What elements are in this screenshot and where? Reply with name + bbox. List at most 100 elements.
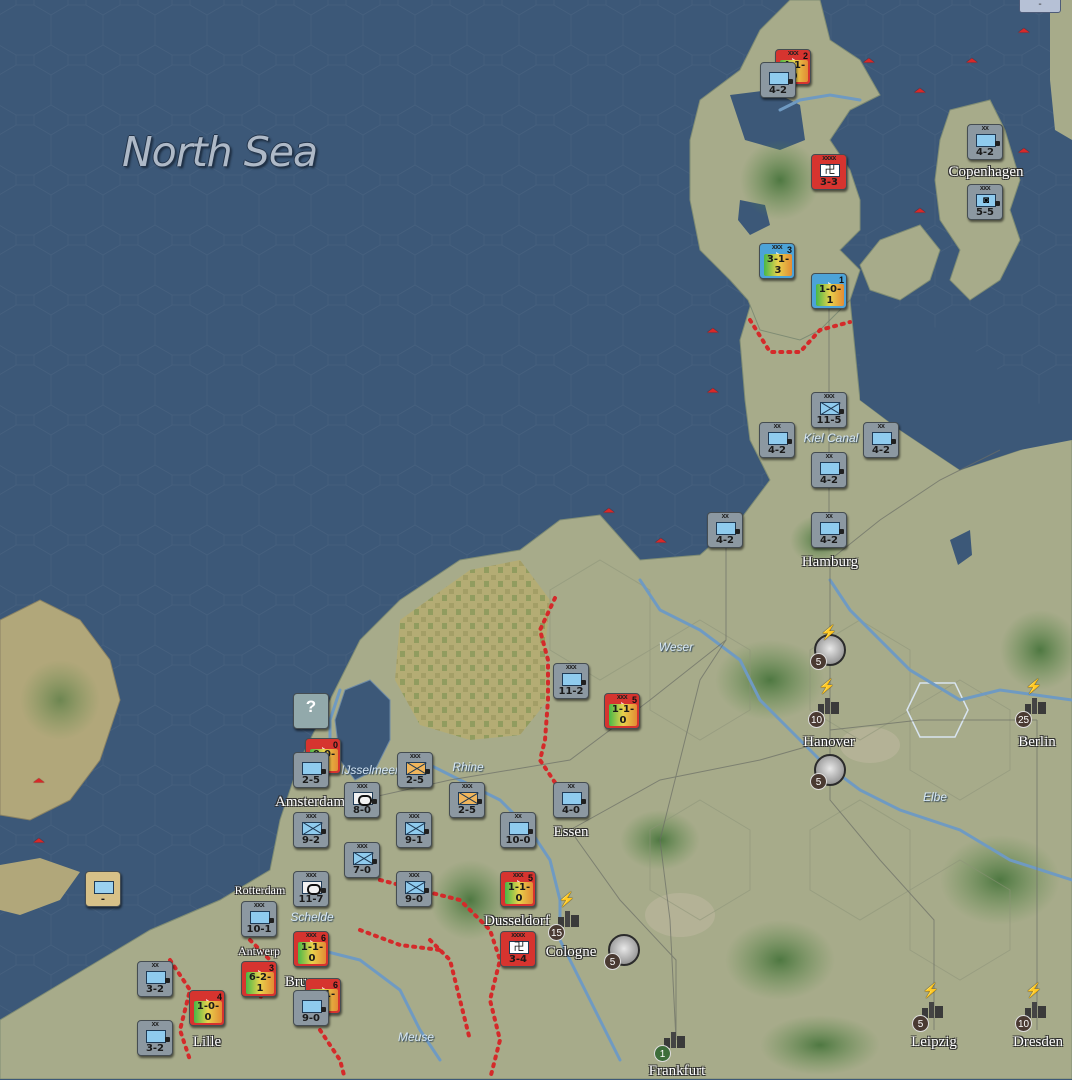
naval-unit-icon[interactable]: ▲ xyxy=(29,836,48,843)
naval-unit-icon[interactable]: ▲ xyxy=(859,56,878,63)
objective-marker[interactable]: ⚡ 10 xyxy=(1015,982,1053,1032)
naval-unit-icon[interactable]: ▲ xyxy=(910,206,929,213)
naval-unit-icon[interactable]: ▲ xyxy=(703,386,722,393)
infantry-icon xyxy=(94,881,114,894)
unit-counter-u20[interactable]: xxx 2-5 xyxy=(449,782,485,818)
objective-marker[interactable]: ⚡ 5 xyxy=(912,982,950,1032)
city-label[interactable]: Rotterdam xyxy=(235,883,286,898)
supply-marker xyxy=(995,141,1000,146)
unit-counter-u10[interactable]: xx 4-2 xyxy=(863,422,899,458)
unit-counter-u37[interactable]: ✈41-0-0 xyxy=(189,990,225,1026)
unit-counter-u28[interactable]: xxx 9-0 xyxy=(396,871,432,907)
resource-bolt-icon: ⚡ xyxy=(818,678,836,694)
objective-marker[interactable]: 5 xyxy=(810,754,846,790)
infantry-icon xyxy=(406,762,426,775)
unit-counter-u12[interactable]: xx 4-2 xyxy=(707,512,743,548)
unit-counter-u5[interactable]: xxx ◙ 5-5 xyxy=(967,184,1003,220)
unit-counter-u11[interactable]: xx 4-2 xyxy=(811,452,847,488)
city-label[interactable]: Berlin xyxy=(1018,734,1056,751)
unit-counter-u8[interactable]: xxx 11-5 xyxy=(811,392,847,428)
unit-size-label: xxxx xyxy=(511,932,525,939)
infantry-icon xyxy=(509,822,529,835)
unit-counter-u2[interactable]: 4-2 xyxy=(760,62,796,98)
objective-marker[interactable]: ⚡ 15 xyxy=(548,891,586,941)
city-label[interactable]: Cologne xyxy=(546,944,597,961)
objective-marker[interactable]: ⚡ 25 xyxy=(1015,678,1053,728)
city-label[interactable]: Essen xyxy=(554,824,589,841)
unit-counter-u22[interactable]: xxx 9-2 xyxy=(293,812,329,848)
unit-counter-u16[interactable]: ? xyxy=(293,693,329,729)
unit-counter-u3[interactable]: xx 4-2 xyxy=(967,124,1003,160)
unit-counter-u33[interactable]: xx 3-2 xyxy=(137,961,173,997)
naval-unit-icon[interactable]: ▲ xyxy=(1014,146,1033,153)
objective-marker[interactable]: 1 xyxy=(654,1024,692,1062)
city-label[interactable]: Copenhagen xyxy=(949,164,1024,181)
unit-strength: 4-2 xyxy=(715,535,735,546)
unit-counter-u18[interactable]: 2-5 xyxy=(293,752,329,788)
infantry-icon xyxy=(405,822,425,835)
city-label[interactable]: Frankfurt xyxy=(649,1063,706,1080)
naval-unit-icon[interactable]: ▲ xyxy=(651,536,670,543)
victory-points-badge: 5 xyxy=(912,1015,929,1032)
supply-marker xyxy=(839,409,844,414)
supply-marker xyxy=(321,1007,326,1012)
unit-counter-u34[interactable]: ✈36-2-1 xyxy=(241,961,277,997)
naval-unit-icon[interactable]: ▲ xyxy=(29,776,48,783)
objective-marker[interactable]: ⚡ 10 xyxy=(808,678,846,728)
unit-counter-u27[interactable]: xxx 11-7 xyxy=(293,871,329,907)
unit-counter-u36[interactable]: 9-0 xyxy=(293,990,329,1026)
unit-counter-u30[interactable]: xxx 10-1 xyxy=(241,901,277,937)
unit-counter-u23[interactable]: xxx 9-1 xyxy=(396,812,432,848)
unit-counter-u24[interactable]: xx 10-0 xyxy=(500,812,536,848)
victory-points-badge: 15 xyxy=(548,924,565,941)
unit-counter-u21[interactable]: xxx 8-0 xyxy=(344,782,380,818)
unit-counter-u7[interactable]: ✈11-0-1 xyxy=(811,273,847,309)
infantry-icon xyxy=(872,432,892,445)
city-label[interactable]: Leipzig xyxy=(911,1034,957,1051)
supply-marker xyxy=(424,829,429,834)
unit-counter-u19[interactable]: xxx 2-5 xyxy=(397,752,433,788)
city-label[interactable]: Antwerp xyxy=(238,944,280,959)
city-label[interactable]: Amsterdam xyxy=(275,794,345,811)
corner-button[interactable]: - xyxy=(1019,0,1061,13)
unit-counter-u31[interactable]: xxxx 卍 3-4 xyxy=(500,931,536,967)
unit-counter-u9[interactable]: xx 4-2 xyxy=(759,422,795,458)
city-label[interactable]: Bru xyxy=(285,974,308,991)
infantry-icon xyxy=(405,881,425,894)
resource-bolt-icon: ⚡ xyxy=(1025,678,1043,694)
unit-strength: - xyxy=(100,894,106,905)
naval-unit-icon[interactable]: ▲ xyxy=(962,56,981,63)
unit-strength: 8-0 xyxy=(352,805,372,816)
unit-counter-u39[interactable]: - xyxy=(85,871,121,907)
infantry-icon xyxy=(768,432,788,445)
objective-marker[interactable]: 5 xyxy=(604,934,640,970)
unit-strength: 6-2-1 xyxy=(246,972,274,994)
city-label[interactable]: Hanover xyxy=(803,734,855,751)
city-label[interactable]: Dusseldorf xyxy=(484,913,550,930)
naval-unit-icon[interactable]: ▲ xyxy=(703,326,722,333)
unit-counter-u14[interactable]: xxx 11-2 xyxy=(553,663,589,699)
unit-size-label: xxx xyxy=(356,843,368,850)
unit-strength: 11-2 xyxy=(558,686,584,697)
unit-counter-u4[interactable]: xxxx 卍 3-3 xyxy=(811,154,847,190)
unit-counter-u15[interactable]: xxx✈51-1-0 xyxy=(604,693,640,729)
city-label[interactable]: Hamburg xyxy=(802,554,858,571)
city-label[interactable]: Dresden xyxy=(1013,1034,1063,1051)
unit-size-label: xxx xyxy=(461,783,473,790)
unit-counter-u25[interactable]: xx 4-0 xyxy=(553,782,589,818)
unit-counter-u29[interactable]: xxx✈51-1-0 xyxy=(500,871,536,907)
supply-marker xyxy=(321,829,326,834)
unit-counter-u32[interactable]: xxx✈61-1-0 xyxy=(293,931,329,967)
unit-counter-u6[interactable]: xxx✈33-1-3 xyxy=(759,243,795,279)
city-label[interactable]: Lille xyxy=(193,1034,221,1051)
naval-unit-icon[interactable]: ▲ xyxy=(1014,26,1033,33)
unit-counter-u38[interactable]: xx 3-2 xyxy=(137,1020,173,1056)
objective-marker[interactable]: ⚡ 5 xyxy=(810,624,846,670)
unit-counter-u26[interactable]: xxx 7-0 xyxy=(344,842,380,878)
victory-points-badge: 5 xyxy=(604,953,621,970)
unit-size-label: xxx xyxy=(408,872,420,879)
naval-unit-icon[interactable]: ▲ xyxy=(599,506,618,513)
unit-counter-u13[interactable]: xx 4-2 xyxy=(811,512,847,548)
naval-unit-icon[interactable]: ▲ xyxy=(910,86,929,93)
river-label: Meuse xyxy=(397,1030,435,1044)
